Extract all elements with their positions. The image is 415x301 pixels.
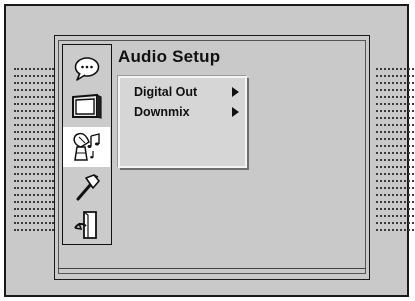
preference-setup-tab[interactable] xyxy=(63,167,110,207)
exit-setup-tab[interactable] xyxy=(63,205,110,245)
video-setup-tab[interactable] xyxy=(63,86,110,126)
page-title: Audio Setup xyxy=(118,47,221,66)
panel-bottom-rule xyxy=(58,268,366,269)
chevron-right-icon xyxy=(232,87,239,97)
menu-item-label: Downmix xyxy=(134,105,190,119)
exit-door-icon xyxy=(73,211,97,239)
menu-item-digital-out[interactable]: Digital Out xyxy=(134,85,242,101)
hammer-wrench-icon xyxy=(76,174,100,201)
speaker-grille-right xyxy=(376,68,414,236)
language-setup-tab[interactable] xyxy=(63,48,110,88)
tv-screen-icon xyxy=(71,93,102,119)
speech-bubble-icon xyxy=(74,57,99,81)
menu-item-downmix[interactable]: Downmix xyxy=(134,105,242,121)
menu-item-label: Digital Out xyxy=(134,85,198,99)
chevron-right-icon xyxy=(232,107,239,117)
setup-icon-bar xyxy=(62,44,112,245)
speaker-music-icon xyxy=(72,132,100,161)
audio-submenu: Digital Out Downmix xyxy=(118,76,247,168)
audio-setup-tab[interactable] xyxy=(63,127,110,167)
speaker-grille-left xyxy=(14,68,54,236)
